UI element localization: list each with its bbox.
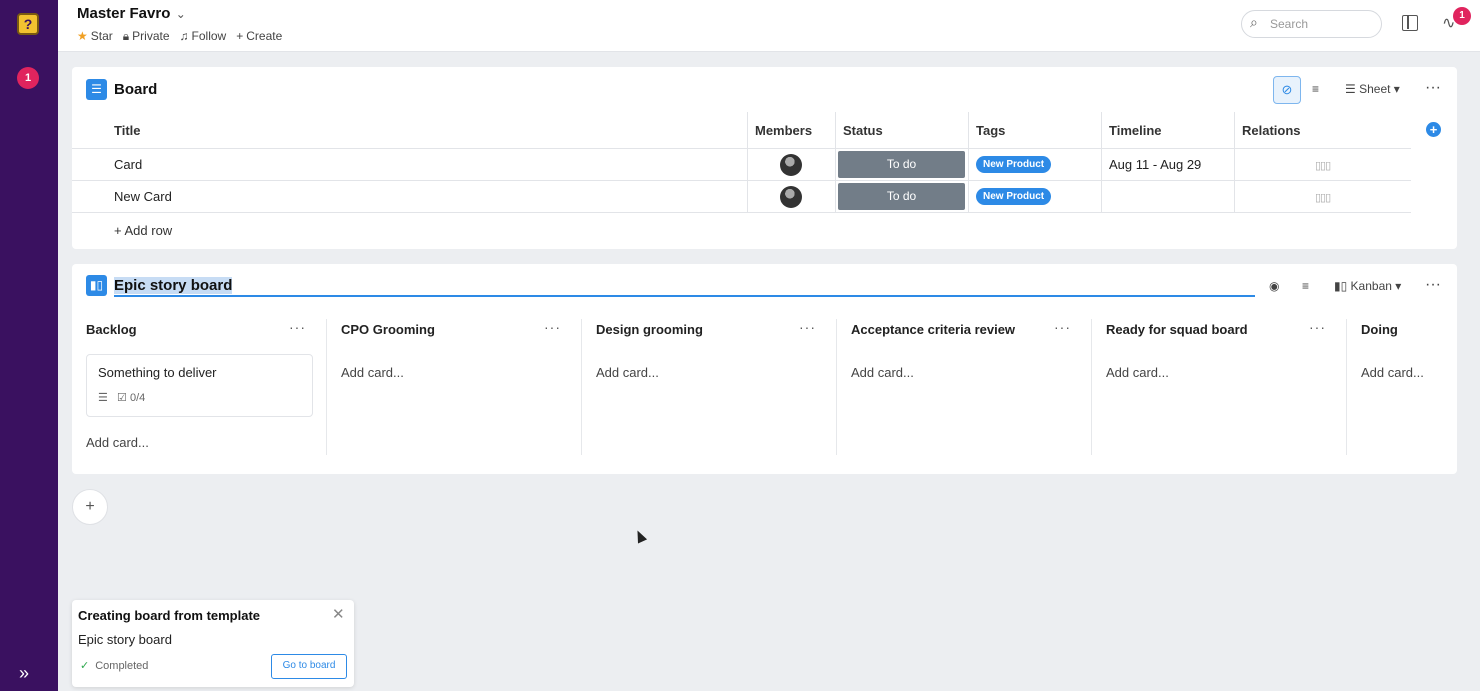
close-icon[interactable]: ✕: [332, 605, 345, 623]
table-row[interactable]: New Card To do New Product ▯▯▯: [72, 181, 1411, 213]
toast-subtitle: Epic story board: [78, 632, 172, 647]
star-button[interactable]: ★ Star: [77, 29, 113, 44]
tag-badge[interactable]: New Product: [976, 188, 1052, 205]
column-title[interactable]: CPO Grooming: [341, 322, 435, 337]
lock-icon: 🔒︎: [122, 29, 130, 43]
kanban-column: Doing Add card...: [1347, 319, 1457, 455]
column-more-icon[interactable]: ···: [289, 319, 306, 335]
kanban-column: Design grooming ··· Add card...: [582, 319, 837, 455]
description-icon: ☰: [98, 392, 108, 404]
relations-icon: ▯▯▯: [1315, 192, 1331, 204]
board-title[interactable]: Board: [114, 81, 157, 98]
relations-icon: ▯▯▯: [1315, 160, 1331, 172]
table-row[interactable]: Card To do New Product Aug 11 - Aug 29 ▯…: [72, 149, 1411, 181]
status-badge[interactable]: To do: [838, 183, 965, 210]
view-select[interactable]: ☰ Sheet ▾: [1345, 82, 1400, 96]
checklist-icon: ☑: [117, 392, 127, 404]
col-relations[interactable]: Relations: [1234, 112, 1301, 149]
top-bar: Master Favro ⌄ ★ Star 🔒︎ Private ♫ Follow +…: [58, 0, 1480, 52]
tag-badge[interactable]: New Product: [976, 156, 1052, 173]
add-card-button[interactable]: Add card...: [1106, 365, 1169, 380]
mouse-cursor: [632, 528, 648, 544]
filter-icon[interactable]: ≡: [1312, 82, 1319, 96]
avatar[interactable]: [780, 186, 802, 208]
kanban-card[interactable]: Something to deliver ☰ ☑ 0/4: [86, 354, 313, 417]
add-row-button[interactable]: + Add row: [114, 223, 172, 238]
timeline-cell[interactable]: Aug 11 - Aug 29: [1101, 149, 1234, 181]
column-more-icon[interactable]: ···: [1054, 319, 1071, 335]
title-underline: [114, 295, 1255, 297]
side-panel-icon[interactable]: [1402, 15, 1418, 31]
template-toast: Creating board from template ✕ Epic stor…: [72, 600, 354, 687]
star-icon: ★: [77, 29, 88, 43]
column-title[interactable]: Ready for squad board: [1106, 322, 1248, 337]
column-more-icon[interactable]: ···: [1309, 319, 1326, 335]
row-title[interactable]: New Card: [107, 181, 172, 213]
toast-status: ✓ Completed: [80, 660, 149, 672]
create-button[interactable]: + Create: [236, 29, 282, 44]
column-title[interactable]: Backlog: [86, 322, 137, 337]
kanban-icon: ▮▯: [86, 275, 107, 296]
eye-icon[interactable]: ◉: [1269, 279, 1279, 293]
more-icon[interactable]: ···: [1425, 276, 1441, 294]
chevron-down-icon: ⌄: [172, 7, 186, 21]
toast-title: Creating board from template: [78, 608, 261, 623]
status-badge[interactable]: To do: [838, 151, 965, 178]
add-card-button[interactable]: Add card...: [596, 365, 659, 380]
list-icon: ☰: [86, 79, 107, 100]
card-meta: ☰ ☑ 0/4: [98, 392, 146, 404]
check-icon: ✓: [80, 660, 90, 672]
kanban-column: Acceptance criteria review ··· Add card.…: [837, 319, 1092, 455]
expand-sidebar-icon[interactable]: »: [19, 663, 29, 684]
header-actions: ★ Star 🔒︎ Private ♫ Follow + Create: [77, 29, 282, 44]
col-timeline[interactable]: Timeline: [1101, 112, 1162, 149]
avatar[interactable]: [780, 154, 802, 176]
add-card-button[interactable]: Add card...: [86, 435, 149, 450]
sheet-board: ☰ Board ⊘ ≡ ☰ Sheet ▾ ··· Title Members …: [72, 67, 1457, 249]
column-title[interactable]: Doing: [1361, 322, 1398, 337]
go-to-board-button[interactable]: Go to board: [271, 654, 347, 679]
view-select[interactable]: ▮▯ Kanban ▾: [1334, 279, 1401, 293]
kanban-column: Backlog ··· Something to deliver ☰ ☑ 0/4…: [72, 319, 327, 455]
bell-icon: ♫: [179, 29, 189, 43]
workspace-logo[interactable]: ?: [17, 13, 39, 35]
activity-badge: 1: [1453, 7, 1471, 25]
more-icon[interactable]: ···: [1425, 79, 1441, 97]
plus-icon: +: [236, 29, 244, 43]
col-members[interactable]: Members: [747, 112, 812, 149]
column-title[interactable]: Acceptance criteria review: [851, 322, 1015, 337]
add-card-button[interactable]: Add card...: [341, 365, 404, 380]
private-button[interactable]: 🔒︎ Private: [123, 29, 170, 44]
plus-icon: +: [114, 223, 125, 238]
card-title: Something to deliver: [98, 365, 217, 380]
add-column-button[interactable]: +: [1426, 122, 1441, 137]
add-card-button[interactable]: Add card...: [1361, 365, 1424, 380]
column-title[interactable]: Design grooming: [596, 322, 703, 337]
hide-fields-icon[interactable]: ⊘: [1273, 76, 1301, 104]
col-title[interactable]: Title: [107, 112, 141, 149]
column-more-icon[interactable]: ···: [544, 319, 561, 335]
page-title[interactable]: Master Favro ⌄: [77, 5, 186, 22]
column-more-icon[interactable]: ···: [799, 319, 816, 335]
col-tags[interactable]: Tags: [968, 112, 1005, 149]
add-card-button[interactable]: Add card...: [851, 365, 914, 380]
kanban-column: CPO Grooming ··· Add card...: [327, 319, 582, 455]
search-input[interactable]: ⌕ Search: [1241, 10, 1382, 38]
timeline-cell[interactable]: [1101, 181, 1234, 213]
kanban-column: Ready for squad board ··· Add card...: [1092, 319, 1347, 455]
left-rail: ? 1 »: [0, 0, 58, 691]
col-status[interactable]: Status: [835, 112, 883, 149]
table-header: Title Members Status Tags Timeline Relat…: [72, 112, 1411, 149]
filter-icon[interactable]: ≡: [1302, 279, 1309, 293]
add-board-button[interactable]: +: [72, 489, 108, 525]
board-title-input[interactable]: Epic story board: [114, 277, 233, 294]
notification-badge[interactable]: 1: [17, 67, 39, 89]
row-title[interactable]: Card: [107, 149, 142, 181]
search-icon: ⌕: [1250, 14, 1258, 30]
kanban-board: ▮▯ Epic story board ◉ ≡ ▮▯ Kanban ▾ ··· …: [72, 264, 1457, 474]
follow-button[interactable]: ♫ Follow: [180, 29, 227, 44]
